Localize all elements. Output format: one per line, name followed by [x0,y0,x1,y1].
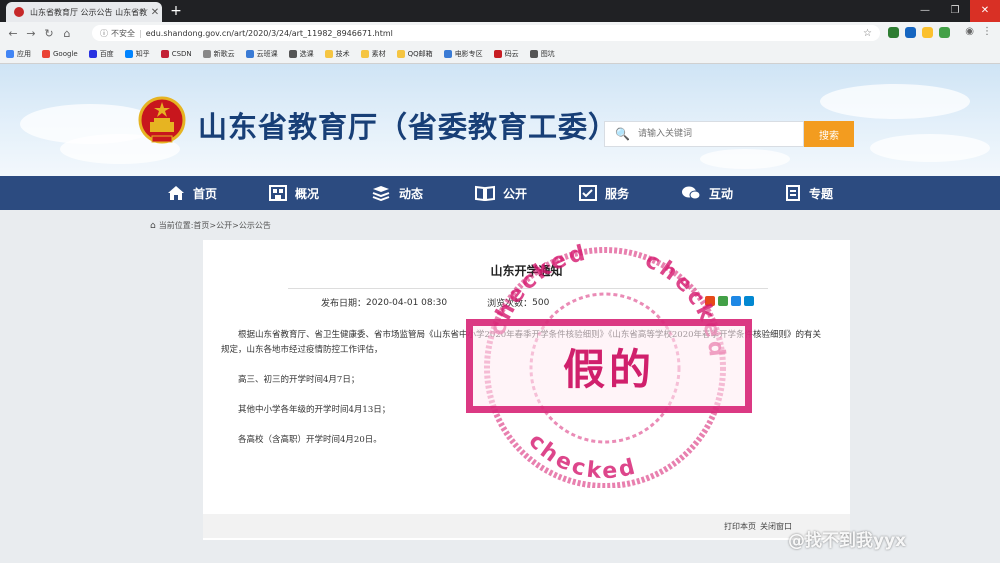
bookmarks-bar: 应用 Google 百度 知乎 CSDN 新歌云 云班课 选课 技术 素材 QQ邮箱 电影专区 码云 图坑 [0,44,1000,64]
nav-service[interactable]: 服务 [579,185,629,202]
bookmark-icon [360,49,369,58]
article-footer: 打印本页 关闭窗口 [203,514,850,538]
nav-label: 专题 [809,186,834,201]
bookmark-item[interactable]: CSDN [160,49,192,58]
weibo-watermark: @找不到我yyx [788,531,907,551]
extension-icon[interactable] [888,27,899,38]
browser-tab-strip: 山东省教育厅 公示公告 山东省教育... ✕ + — ❐ ✕ [0,0,1000,22]
bookmark-icon [529,49,538,58]
minimize-button[interactable]: — [910,0,940,22]
bookmark-item[interactable]: 百度 [88,49,114,59]
nav-topics[interactable]: 专题 [785,185,833,202]
security-status: 不安全 [111,28,135,38]
bookmark-item[interactable]: Google [42,49,78,58]
print-page-link[interactable]: 打印本页 [724,521,756,532]
browser-toolbar: ← → ↻ ⌂ ⓘ 不安全 | ☆ ◉ ⋮ [0,22,1000,44]
nav-label: 概况 [294,186,319,201]
reload-icon[interactable]: ↻ [40,27,58,40]
nav-interact[interactable]: 互动 [681,185,733,202]
breadcrumb-prefix: 当前位置: [158,221,194,230]
nav-label: 动态 [398,186,423,201]
breadcrumb-home[interactable]: 首页 [193,220,209,231]
bookmark-icon [324,49,333,58]
bookmark-item[interactable]: 电影专区 [443,49,483,59]
stamp-ring-text: checked [523,429,637,485]
bookmark-item[interactable]: 云班课 [245,49,278,59]
breadcrumb-notice[interactable]: 公示公告 [239,220,271,231]
bookmark-icon [124,49,133,58]
bookmark-icon [396,49,405,58]
nav-overview[interactable]: 概况 [268,185,319,202]
extension-icon[interactable] [922,27,933,38]
info-icon[interactable]: ⓘ [100,28,108,39]
home-icon[interactable]: ⌂ [58,27,76,40]
new-tab-button[interactable]: + [168,3,184,19]
chat-icon [682,186,701,200]
tab-title: 山东省教育厅 公示公告 山东省教育... [30,7,148,17]
address-bar[interactable]: ⓘ 不安全 | ☆ [92,25,880,41]
book-icon [474,185,495,201]
bookmark-icon [202,49,211,58]
nav-label: 首页 [192,186,217,201]
bookmark-item[interactable]: 选课 [288,49,314,59]
document-icon [786,185,801,201]
building-icon [268,185,287,201]
nav-label: 公开 [502,186,527,201]
bookmark-item[interactable]: 技术 [324,49,350,59]
bookmark-icon [6,49,14,58]
forward-arrow-icon[interactable]: → [22,27,40,40]
publish-date-label: 发布日期： [321,299,367,309]
site-favicon-icon [14,7,24,17]
menu-dots-icon[interactable]: ⋮ [982,26,992,37]
browser-tab[interactable]: 山东省教育厅 公示公告 山东省教育... ✕ [6,2,162,22]
nav-public[interactable]: 公开 [474,185,527,202]
bookmark-icon [245,49,254,58]
bookmark-icon [160,49,169,58]
checklist-icon [579,185,597,201]
url-input[interactable] [145,28,864,38]
search-icon: 🔍 [615,127,630,141]
fake-label-box: 假的 [466,319,752,413]
fake-label: 假的 [562,344,655,394]
back-arrow-icon[interactable]: ← [4,27,22,40]
bookmark-icon [42,49,50,58]
breadcrumb: ⌂ 当前位置: 首页 > 公开 > 公示公告 [150,220,271,231]
bookmark-icon [88,49,97,58]
bookmark-star-icon[interactable]: ☆ [863,28,872,39]
home-icon [167,186,184,200]
nav-news[interactable]: 动态 [371,185,423,202]
nav-label: 服务 [605,186,630,201]
bookmark-item[interactable]: 素材 [360,49,386,59]
publish-date: 2020-04-01 08:30 [366,297,448,308]
layers-icon [372,186,390,201]
site-title: 山东省教育厅（省委教育工委） [198,110,619,144]
maximize-button[interactable]: ❐ [940,0,970,22]
site-search: 🔍 搜索 [604,121,854,147]
nav-home[interactable]: 首页 [167,185,217,202]
location-icon: ⌂ [150,220,156,231]
bookmark-item[interactable]: 知乎 [124,49,150,59]
window-close-button[interactable]: ✕ [970,0,1000,22]
bookmark-item[interactable]: 图坑 [529,49,555,59]
nav-label: 互动 [709,186,734,201]
profile-avatar-icon[interactable]: ◉ [965,26,974,37]
main-nav: 首页 概况 动态 公开 服务 互动 专题 [0,176,1000,210]
bookmark-item[interactable]: 新歌云 [202,49,235,59]
breadcrumb-public[interactable]: 公开 [216,220,232,231]
bookmark-item[interactable]: 应用 [6,49,31,59]
extension-icon[interactable] [905,27,916,38]
extension-icon[interactable] [939,27,950,38]
search-input[interactable] [635,128,790,140]
bookmark-icon [443,49,452,58]
bookmark-item[interactable]: 码云 [493,49,519,59]
bookmark-icon [288,49,297,58]
tab-close-icon[interactable]: ✕ [148,7,162,18]
bookmark-icon [493,49,502,58]
bookmark-item[interactable]: QQ邮箱 [396,49,433,59]
site-header: 山东省教育厅（省委教育工委） 🔍 搜索 [0,64,1000,176]
national-emblem-icon [138,96,186,144]
search-button[interactable]: 搜索 [804,121,854,147]
svg-text:checked: checked [523,429,640,485]
